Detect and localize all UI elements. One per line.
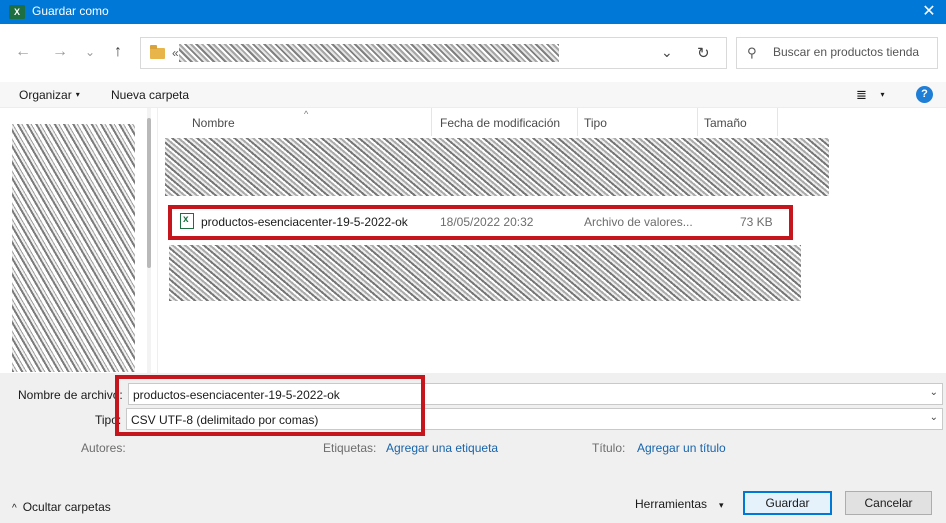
navigation-pane[interactable] bbox=[0, 108, 158, 373]
chevron-down-icon[interactable]: ⌄ bbox=[930, 387, 938, 398]
filename-label: Nombre de archivo: bbox=[18, 388, 123, 402]
up-arrow-icon[interactable]: ↑ bbox=[108, 42, 128, 62]
title-label: Título: bbox=[592, 441, 626, 455]
chevron-up-icon: ^ bbox=[12, 503, 17, 514]
column-header-type[interactable]: Tipo bbox=[584, 116, 607, 136]
hide-folders-button[interactable]: ^ Ocultar carpetas bbox=[12, 500, 111, 514]
new-folder-button[interactable]: Nueva carpeta bbox=[111, 88, 189, 102]
column-header-size[interactable]: Tamaño bbox=[704, 116, 747, 136]
search-box[interactable]: ⚲ bbox=[736, 37, 938, 69]
search-input[interactable] bbox=[773, 45, 933, 59]
list-view-icon: ≣ bbox=[856, 87, 867, 102]
hide-folders-label: Ocultar carpetas bbox=[22, 500, 111, 514]
folder-icon bbox=[150, 45, 165, 59]
forward-arrow-icon[interactable]: → bbox=[50, 42, 70, 62]
add-tag-link[interactable]: Agregar una etiqueta bbox=[386, 441, 498, 455]
window-title: Guardar como bbox=[32, 4, 109, 18]
cancel-button[interactable]: Cancelar bbox=[845, 491, 932, 515]
chevron-down-icon[interactable]: ⌄ bbox=[930, 412, 938, 423]
breadcrumb-overflow[interactable]: « bbox=[172, 46, 179, 60]
organize-button[interactable]: Organizar ▾ bbox=[19, 88, 80, 102]
command-bar: Organizar ▾ Nueva carpeta ≣ ▾ ? bbox=[0, 82, 946, 108]
search-icon: ⚲ bbox=[747, 45, 757, 60]
help-icon[interactable]: ? bbox=[916, 86, 933, 103]
address-bar[interactable]: « ⌄ ↻ bbox=[140, 37, 727, 69]
tools-button[interactable]: Herramientas ▾ bbox=[635, 497, 724, 511]
tags-label: Etiquetas: bbox=[323, 441, 377, 455]
organize-label: Organizar bbox=[19, 88, 72, 102]
close-icon[interactable]: ✕ bbox=[912, 0, 946, 24]
caret-down-icon: ▾ bbox=[719, 500, 724, 510]
highlight-box-fields bbox=[115, 375, 425, 436]
navigation-bar: ← → ⌄ ↑ « ⌄ ↻ ⚲ bbox=[0, 24, 946, 82]
file-browser: ^ Nombre Fecha de modificación Tipo Tama… bbox=[0, 108, 946, 373]
sort-ascending-icon: ^ bbox=[304, 109, 309, 119]
caret-down-icon: ▾ bbox=[75, 90, 80, 99]
chevron-down-icon[interactable]: ⌄ bbox=[661, 44, 673, 61]
view-options-icon[interactable]: ≣ ▾ bbox=[856, 87, 885, 103]
tools-label: Herramientas bbox=[635, 497, 708, 511]
redacted-file-rows bbox=[165, 138, 829, 196]
column-header-name[interactable]: Nombre bbox=[192, 116, 235, 136]
save-button[interactable]: Guardar bbox=[743, 491, 832, 515]
caret-down-icon: ▾ bbox=[880, 90, 885, 99]
column-header-modified[interactable]: Fecha de modificación bbox=[440, 116, 560, 136]
refresh-icon[interactable]: ↻ bbox=[697, 44, 710, 62]
save-form: Nombre de archivo: productos-esenciacent… bbox=[0, 373, 946, 523]
title-bar: X Guardar como ✕ bbox=[0, 0, 946, 24]
column-divider[interactable] bbox=[577, 108, 578, 136]
add-title-link[interactable]: Agregar un título bbox=[637, 441, 726, 455]
column-divider[interactable] bbox=[697, 108, 698, 136]
redacted-path bbox=[179, 44, 559, 62]
redacted-folder-tree bbox=[12, 124, 135, 372]
authors-label: Autores: bbox=[81, 441, 126, 455]
column-divider[interactable] bbox=[777, 108, 778, 136]
highlight-box-file bbox=[168, 205, 793, 240]
nav-scrollbar-thumb[interactable] bbox=[147, 118, 151, 268]
excel-icon: X bbox=[9, 5, 25, 19]
recent-locations-chevron-icon[interactable]: ⌄ bbox=[80, 42, 100, 62]
file-list[interactable]: ^ Nombre Fecha de modificación Tipo Tama… bbox=[159, 108, 946, 373]
redacted-file-rows bbox=[169, 245, 801, 301]
back-arrow-icon[interactable]: ← bbox=[13, 42, 33, 62]
column-divider[interactable] bbox=[431, 108, 432, 136]
